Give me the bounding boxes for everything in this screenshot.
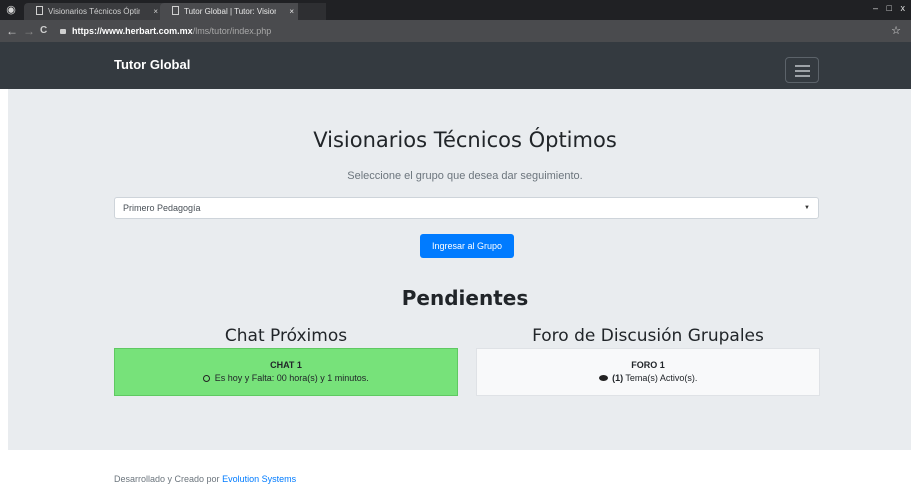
hamburger-bar [795,65,810,67]
tab-close-icon[interactable]: × [289,3,294,20]
window-controls: – □ x [867,3,905,13]
site-navbar: Tutor Global [0,42,911,89]
pendientes-heading: Pendientes [401,286,529,310]
page-icon [172,6,179,15]
enter-group-button[interactable]: Ingresar al Grupo [420,234,514,258]
hamburger-bar [795,70,810,72]
navbar-brand[interactable]: Tutor Global [114,57,190,72]
foro-card-detail: (1) Tema(s) Activo(s). [477,373,819,383]
page-subtitle: Seleccione el grupo que desea dar seguim… [347,170,583,182]
hamburger-bar [795,75,810,77]
select-caret-icon: ▼ [804,205,810,211]
page-title: Visionarios Técnicos Óptimos [313,128,617,152]
browser-toolbar: ← → C https://www.herbart.com.mx/lms/tut… [0,20,911,42]
foro-count: (1) [612,373,624,383]
address-bar[interactable]: https://www.herbart.com.mx/lms/tutor/ind… [60,23,880,39]
group-select-value: Primero Pedagogía [123,203,201,213]
navbar-toggler-button[interactable] [785,57,819,83]
lock-icon [60,29,66,34]
comment-icon [598,375,608,381]
url-path: /lms/tutor/index.php [192,26,272,36]
reload-icon[interactable]: C [40,23,47,39]
url-domain: https://www.herbart.com.mx [72,26,193,36]
tab-title: Tutor Global | Tutor: Vision [184,7,276,16]
chat-heading: Chat Próximos [224,326,348,346]
browser-tab-1[interactable]: Visionarios Técnicos Óptim × [24,3,166,20]
group-select[interactable]: Primero Pedagogía ▼ [114,197,819,219]
foro-card[interactable]: FORO 1 (1) Tema(s) Activo(s). [476,348,820,396]
bookmark-star-icon[interactable]: ☆ [891,24,901,37]
incognito-icon: ◉ [6,4,16,16]
browser-tab-2[interactable]: Tutor Global | Tutor: Vision × [160,3,302,20]
foro-card-title: FORO 1 [631,360,665,370]
chat-card-detail: Es hoy y Falta: 00 hora(s) y 1 minutos. [115,373,457,383]
foro-detail-text: Tema(s) Activo(s). [625,373,698,383]
tab-close-icon[interactable]: × [153,3,158,20]
new-tab-button[interactable] [298,3,326,20]
close-window-button[interactable]: x [901,3,906,13]
page-icon [36,6,43,15]
chat-detail-text: Es hoy y Falta: 00 hora(s) y 1 minutos. [214,373,369,383]
foro-heading: Foro de Discusión Grupales [532,326,764,346]
clock-icon [203,375,211,382]
chat-card[interactable]: CHAT 1 Es hoy y Falta: 00 hora(s) y 1 mi… [114,348,458,396]
forward-icon[interactable]: → [23,23,35,39]
browser-tabstrip: ◉ Visionarios Técnicos Óptim × Tutor Glo… [0,0,911,20]
minimize-button[interactable]: – [873,3,878,13]
tab-title: Visionarios Técnicos Óptim [48,7,140,16]
maximize-button[interactable]: □ [887,3,892,13]
chat-card-title: CHAT 1 [270,360,302,370]
back-icon[interactable]: ← [6,23,18,39]
